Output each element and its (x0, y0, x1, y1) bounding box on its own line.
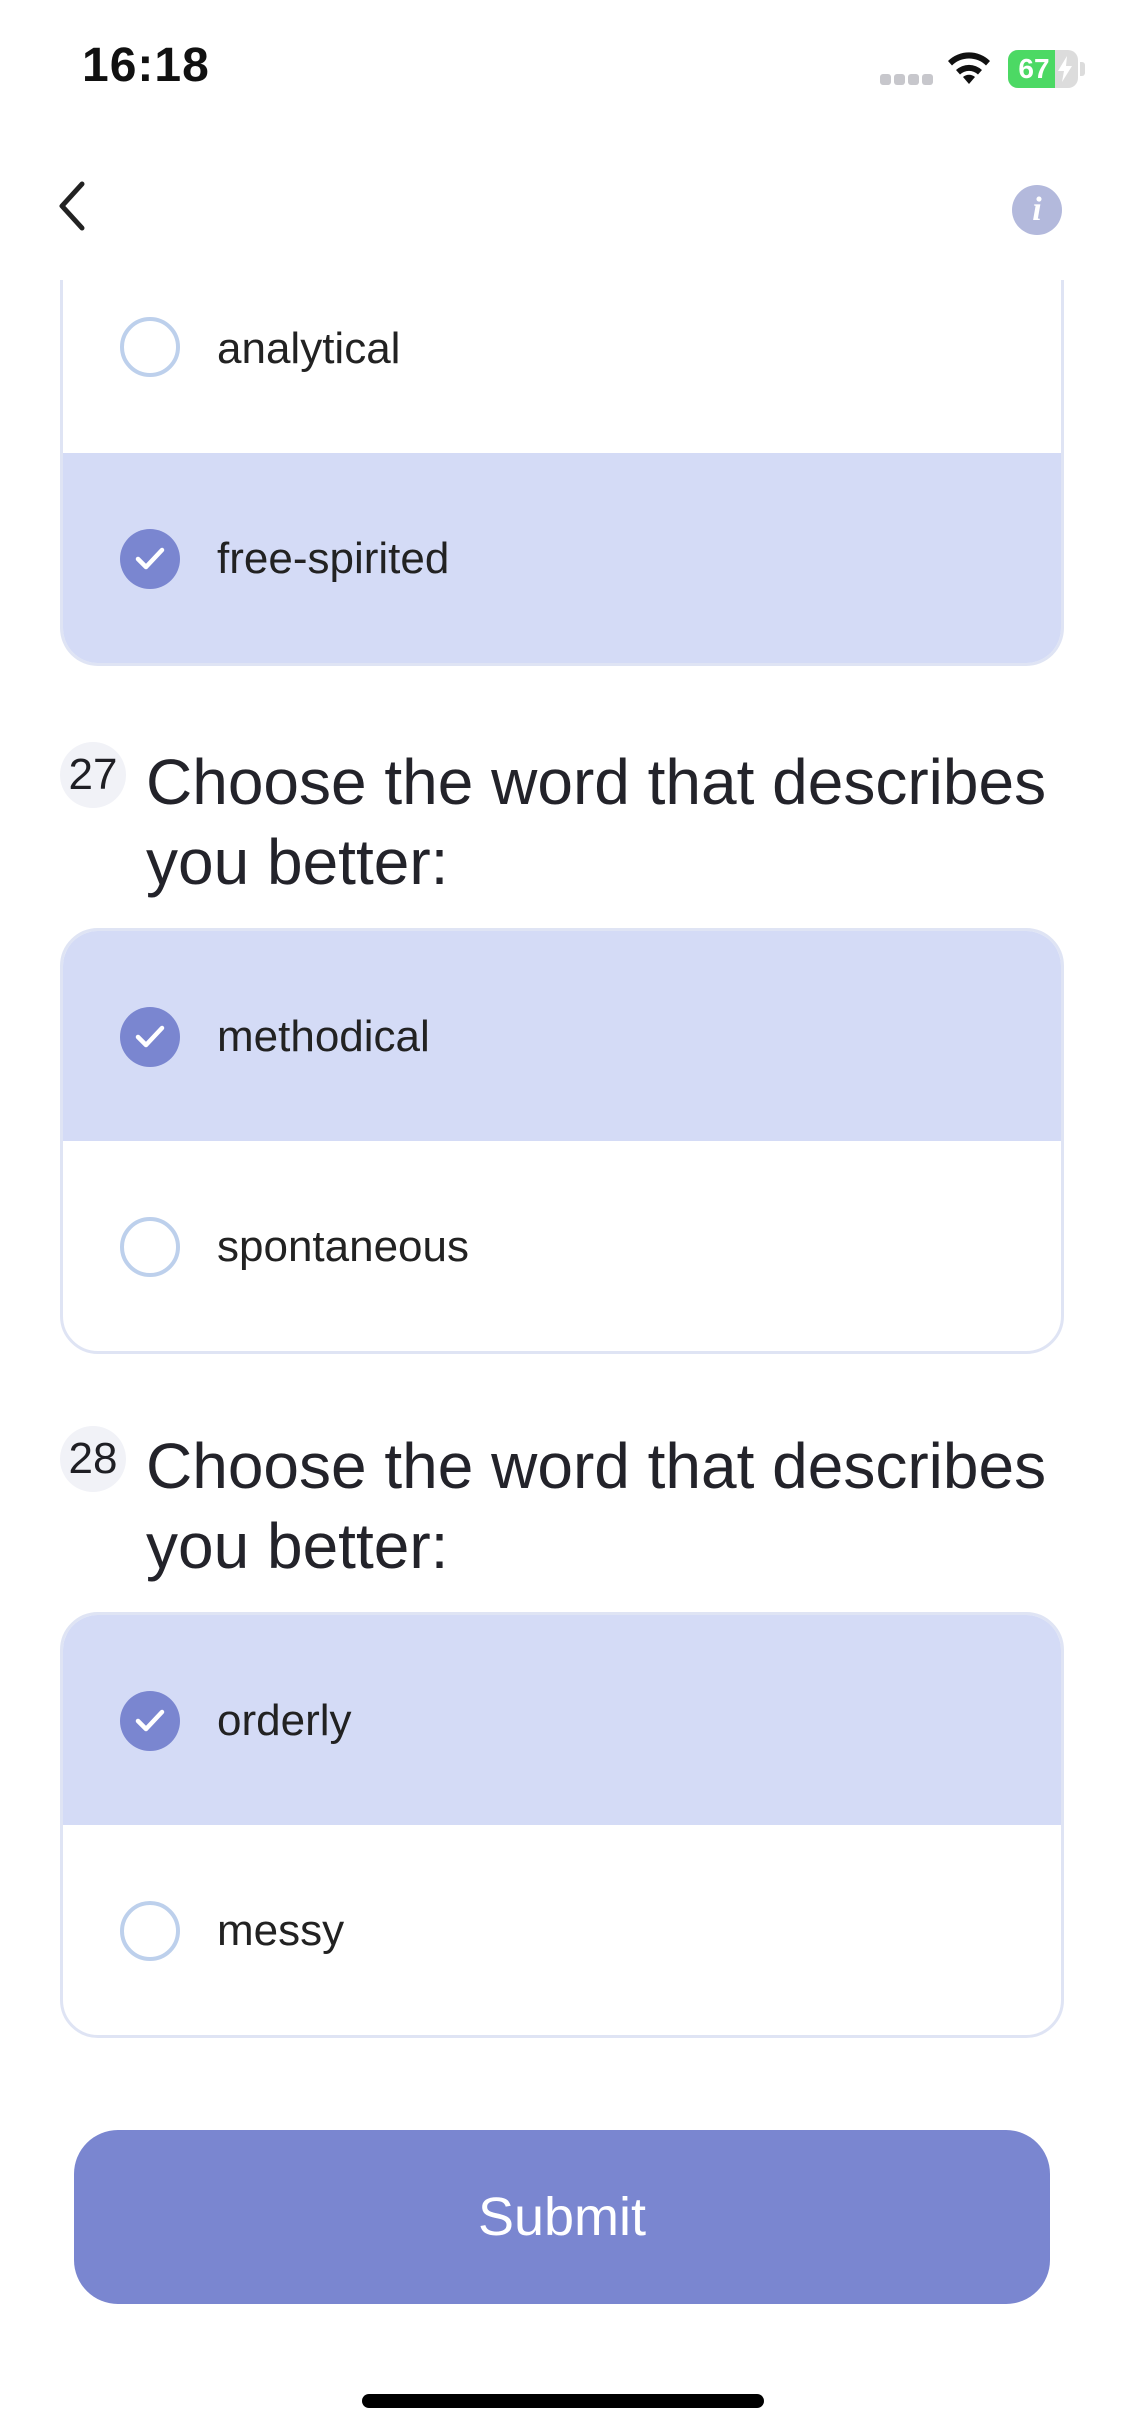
radio-unchecked (120, 1217, 180, 1277)
battery-charging-icon: 67 (1008, 50, 1086, 88)
option-group-26: analytical free-spirited (60, 280, 1064, 666)
option-spontaneous[interactable]: spontaneous (63, 1141, 1061, 1351)
back-button[interactable] (52, 176, 112, 246)
status-bar: 16:18 67 (0, 0, 1125, 140)
option-free-spirited[interactable]: free-spirited (63, 453, 1061, 663)
option-group-28: orderly messy (60, 1612, 1064, 2038)
option-label: orderly (217, 1696, 352, 1745)
radio-unchecked (120, 317, 180, 377)
radio-checked (120, 529, 180, 589)
question-number: 28 (60, 1426, 126, 1492)
radio-checked (120, 1691, 180, 1751)
info-button[interactable]: i (1012, 185, 1062, 235)
home-indicator (362, 2394, 764, 2408)
option-orderly[interactable]: orderly (63, 1615, 1061, 1825)
radio-checked (120, 1007, 180, 1067)
wifi-icon (944, 50, 994, 88)
option-label: spontaneous (217, 1222, 469, 1271)
question-27: 27 Choose the word that describes you be… (60, 742, 1070, 902)
battery-level: 67 (1018, 53, 1050, 84)
option-label: messy (217, 1906, 345, 1955)
option-messy[interactable]: messy (63, 1825, 1061, 2035)
checkmark-icon (135, 1025, 165, 1048)
checkmark-icon (135, 1709, 165, 1732)
question-number: 27 (60, 742, 126, 808)
info-icon: i (1032, 191, 1042, 228)
signal-icon (880, 72, 936, 86)
question-text: Choose the word that describes you bette… (146, 746, 1047, 898)
option-label: methodical (217, 1012, 430, 1061)
radio-unchecked (120, 1901, 180, 1961)
option-analytical[interactable]: analytical (63, 280, 1061, 453)
option-label: free-spirited (217, 534, 450, 583)
option-label: analytical (217, 324, 401, 373)
option-group-27: methodical spontaneous (60, 928, 1064, 1354)
checkmark-icon (135, 547, 165, 570)
status-time: 16:18 (82, 39, 210, 92)
chevron-left-icon (59, 181, 85, 231)
submit-button[interactable]: Submit (74, 2130, 1050, 2304)
question-28: 28 Choose the word that describes you be… (60, 1426, 1070, 1586)
option-methodical[interactable]: methodical (63, 931, 1061, 1141)
question-text: Choose the word that describes you bette… (146, 1430, 1047, 1582)
